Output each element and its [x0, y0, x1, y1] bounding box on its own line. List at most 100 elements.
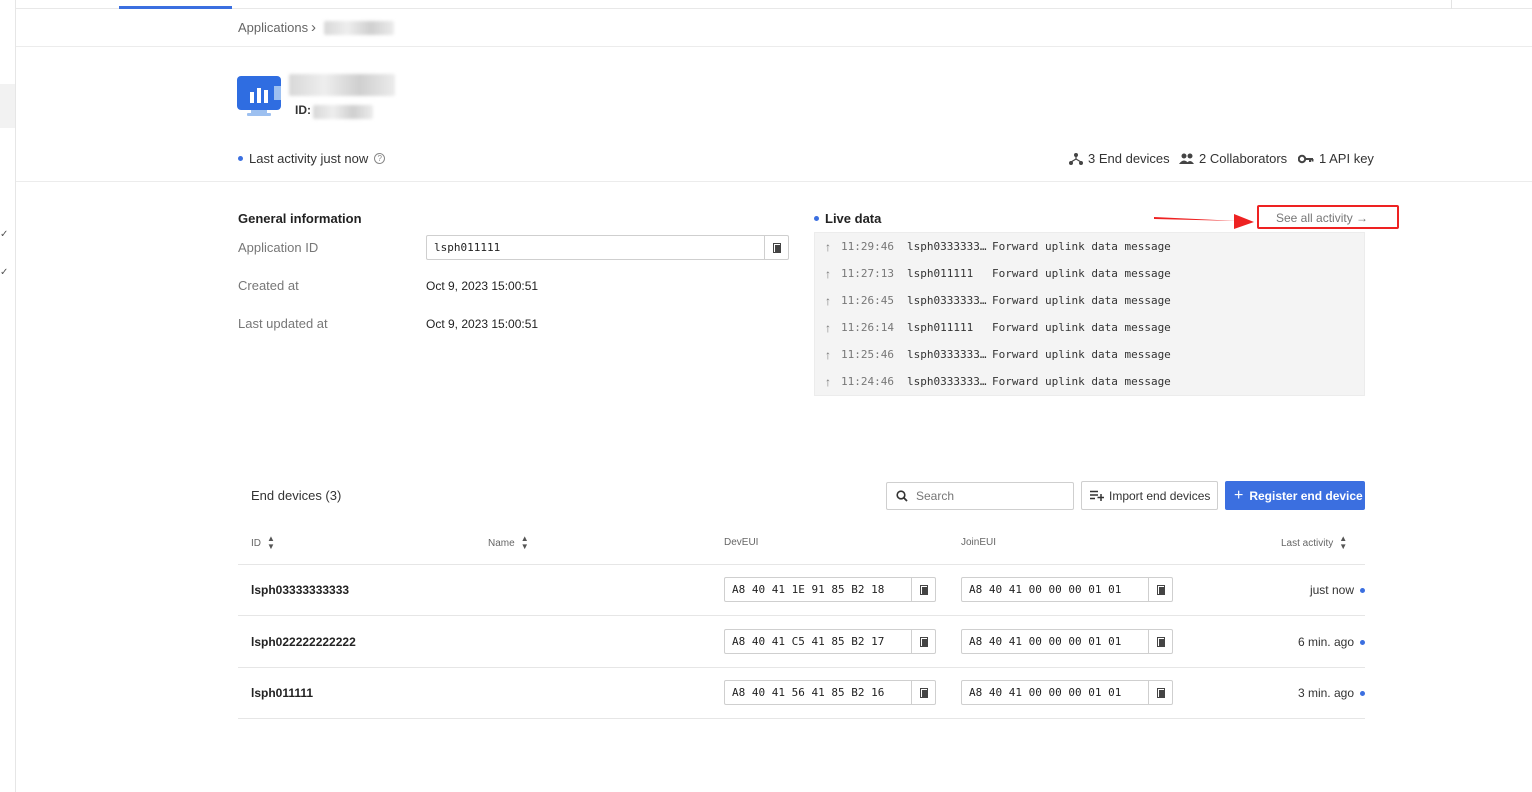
activity-dot-icon — [238, 156, 243, 161]
column-joineui-label: JoinEUI — [961, 537, 997, 548]
copy-button[interactable] — [911, 681, 935, 704]
device-id[interactable]: lsph03333333333 — [251, 583, 349, 597]
live-event-row[interactable]: ↑ 11:26:45 lsph033333333333 Forward upli… — [815, 287, 1364, 314]
event-device: lsph033333333333 — [907, 348, 992, 361]
event-message: Forward uplink data message — [992, 240, 1171, 253]
uplink-arrow-icon: ↑ — [825, 293, 831, 308]
deveui-field[interactable]: A8 40 41 56 41 85 B2 16 — [724, 680, 936, 705]
column-header-joineui: JoinEUI — [961, 537, 996, 548]
application-id-field[interactable]: lsph011111 — [426, 235, 789, 260]
deveui-value[interactable]: A8 40 41 C5 41 85 B2 17 — [725, 635, 911, 648]
copy-button[interactable] — [1148, 630, 1172, 653]
application-id-label: ID: — [295, 103, 311, 117]
event-time: 11:26:14 — [841, 321, 894, 334]
help-icon[interactable]: ? — [374, 153, 386, 164]
row-divider — [238, 718, 1365, 719]
event-device: lsph011111 — [907, 267, 974, 280]
live-data-title: Live data — [814, 211, 881, 226]
row-divider — [238, 615, 1365, 616]
column-header-last-activity[interactable]: Last activity ▲ ▼ — [1281, 535, 1347, 551]
end-devices-count: 3 End devices — [1088, 151, 1170, 166]
last-activity: Last activity just now ? — [238, 151, 386, 166]
joineui-value[interactable]: A8 40 41 00 00 00 01 01 — [962, 583, 1148, 596]
header-divider — [16, 181, 1532, 182]
joineui-value[interactable]: A8 40 41 00 00 00 01 01 — [962, 686, 1148, 699]
copy-icon — [919, 636, 928, 647]
event-message: Forward uplink data message — [992, 267, 1171, 280]
live-event-row[interactable]: ↑ 11:27:13 lsph011111 Forward uplink dat… — [815, 260, 1364, 287]
event-device: lsph033333333333 — [907, 240, 992, 253]
collaborators-link[interactable]: 2 Collaborators — [1179, 151, 1287, 166]
copy-icon — [919, 687, 928, 698]
breadcrumb-current-redacted[interactable] — [324, 21, 394, 35]
api-keys-link[interactable]: 1 API key — [1298, 151, 1374, 166]
column-header-name[interactable]: Name ▲ ▼ — [488, 535, 529, 551]
updated-at-label: Last updated at — [238, 316, 328, 331]
event-device: lsph033333333333 — [907, 294, 992, 307]
breadcrumb-applications[interactable]: Applications — [238, 20, 308, 35]
application-id-label: Application ID — [238, 240, 319, 255]
breadcrumb-separator-icon: › — [311, 19, 316, 36]
live-dot-icon — [814, 216, 819, 221]
import-end-devices-button[interactable]: Import end devices — [1081, 481, 1218, 510]
deveui-field[interactable]: A8 40 41 1E 91 85 B2 18 — [724, 577, 936, 602]
live-event-row[interactable]: ↑ 11:25:46 lsph033333333333 Forward upli… — [815, 341, 1364, 368]
uplink-arrow-icon: ↑ — [825, 320, 831, 335]
status-dot-icon — [1360, 639, 1365, 645]
search-placeholder: Search — [916, 489, 955, 503]
key-icon — [1298, 154, 1314, 163]
event-time: 11:27:13 — [841, 267, 894, 280]
rail-selected-item[interactable] — [0, 84, 15, 128]
deveui-field[interactable]: A8 40 41 C5 41 85 B2 17 — [724, 629, 936, 654]
column-id-label: ID — [251, 537, 261, 549]
copy-button[interactable] — [911, 578, 935, 601]
uplink-arrow-icon: ↑ — [825, 374, 831, 389]
copy-button[interactable] — [1148, 578, 1172, 601]
register-end-device-button[interactable]: + Register end device — [1225, 481, 1365, 510]
created-at-label: Created at — [238, 278, 299, 293]
application-id-redacted — [313, 105, 373, 119]
register-label: Register end device — [1249, 488, 1363, 503]
device-id[interactable]: lsph022222222222 — [251, 635, 356, 649]
search-icon — [896, 490, 908, 502]
column-deveui-label: DevEUI — [724, 537, 759, 548]
live-event-row[interactable]: ↑ 11:29:46 lsph033333333333 Forward upli… — [815, 233, 1364, 260]
column-header-id[interactable]: ID ▲ ▼ — [251, 535, 275, 551]
event-time: 11:25:46 — [841, 348, 894, 361]
created-at-value: Oct 9, 2023 15:00:51 — [426, 279, 539, 293]
deveui-value[interactable]: A8 40 41 1E 91 85 B2 18 — [725, 583, 911, 596]
live-event-row[interactable]: ↑ 11:26:14 lsph011111 Forward uplink dat… — [815, 314, 1364, 341]
event-time: 11:24:46 — [841, 375, 894, 388]
column-name-label: Name — [488, 537, 515, 549]
joineui-value[interactable]: A8 40 41 00 00 00 01 01 — [962, 635, 1148, 648]
device-id[interactable]: lsph011111 — [251, 686, 313, 700]
live-data-label: Live data — [825, 211, 882, 226]
column-last-activity-label: Last activity — [1281, 537, 1334, 549]
end-devices-link[interactable]: 3 End devices — [1069, 151, 1170, 166]
event-message: Forward uplink data message — [992, 348, 1171, 361]
copy-button[interactable] — [911, 630, 935, 653]
event-time: 11:26:45 — [841, 294, 894, 307]
deveui-value[interactable]: A8 40 41 56 41 85 B2 16 — [725, 686, 911, 699]
joineui-field[interactable]: A8 40 41 00 00 00 01 01 — [961, 577, 1173, 602]
copy-icon — [1156, 687, 1165, 698]
status-dot-icon — [1360, 690, 1365, 696]
annotation-highlight-box — [1257, 205, 1399, 229]
updated-at-value: Oct 9, 2023 15:00:51 — [426, 317, 539, 331]
copy-button[interactable] — [764, 236, 788, 259]
last-activity-cell: 3 min. ago — [1280, 686, 1365, 700]
live-event-row[interactable]: ↑ 11:24:46 lsph033333333333 Forward upli… — [815, 368, 1364, 395]
joineui-field[interactable]: A8 40 41 00 00 00 01 01 — [961, 629, 1173, 654]
row-divider — [238, 667, 1365, 668]
import-label: Import end devices — [1109, 488, 1211, 503]
search-input[interactable]: Search — [886, 482, 1074, 510]
joineui-field[interactable]: A8 40 41 00 00 00 01 01 — [961, 680, 1173, 705]
event-device: lsph011111 — [907, 321, 974, 334]
last-activity-value: 3 min. ago — [1297, 686, 1354, 700]
application-name-redacted — [289, 74, 395, 96]
copy-button[interactable] — [1148, 681, 1172, 704]
application-id-value[interactable]: lsph011111 — [427, 241, 764, 254]
last-activity-value: 6 min. ago — [1297, 635, 1354, 649]
topbar-divider — [1451, 0, 1452, 9]
rail-check-icon: ✓ — [0, 267, 9, 278]
